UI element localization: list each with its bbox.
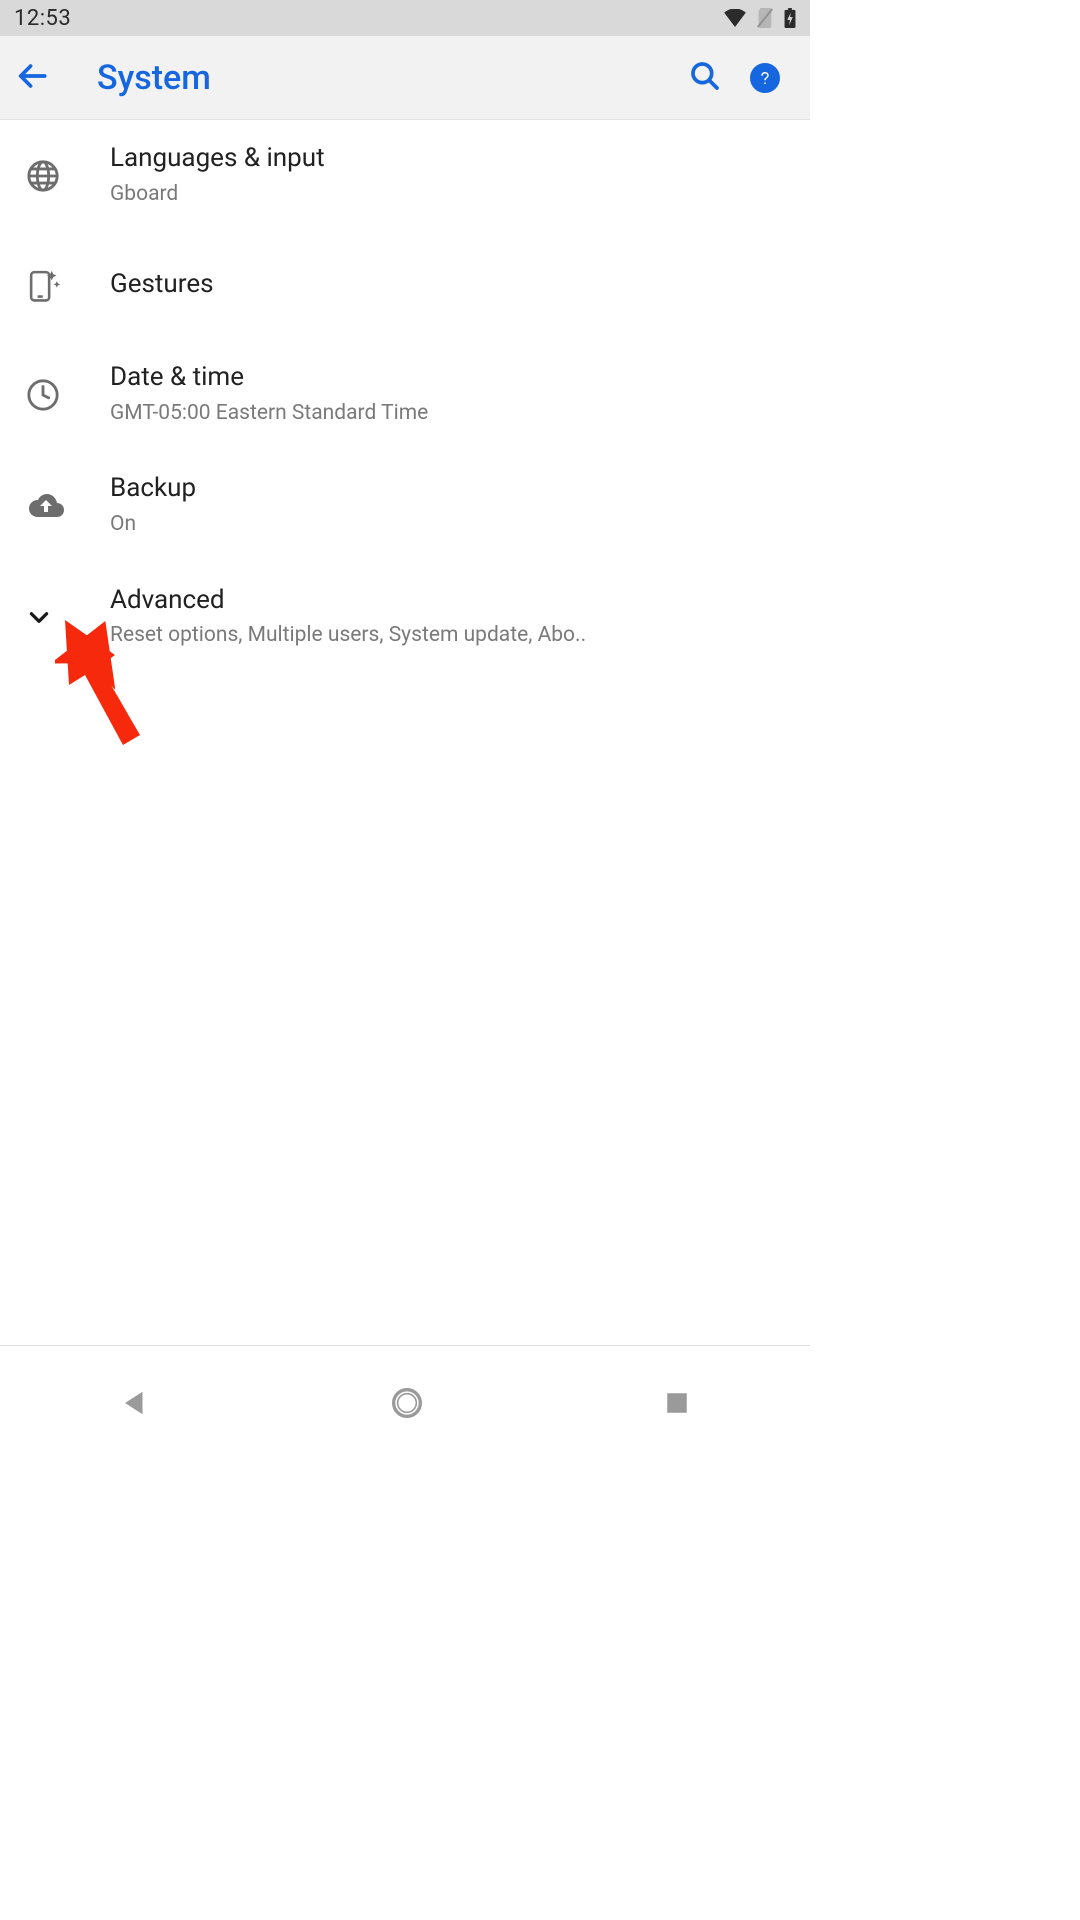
cloud-upload-icon xyxy=(14,491,110,521)
square-recents-icon xyxy=(664,1401,690,1420)
list-item-subtitle: Reset options, Multiple users, System up… xyxy=(110,621,796,650)
settings-list: Languages & input Gboard Gestures Date &… xyxy=(0,120,810,673)
app-bar: System xyxy=(0,36,810,120)
list-item-subtitle: GMT-05:00 Eastern Standard Time xyxy=(110,399,796,428)
status-bar: 12:53 xyxy=(0,0,810,36)
status-time: 12:53 xyxy=(14,6,71,31)
list-item-title: Gestures xyxy=(110,268,796,302)
search-button[interactable] xyxy=(675,60,735,96)
nav-home-button[interactable] xyxy=(391,1387,423,1423)
status-icons xyxy=(724,8,796,28)
page-title: System xyxy=(75,58,675,98)
globe-icon xyxy=(14,159,110,193)
wifi-icon xyxy=(724,9,746,27)
divider xyxy=(0,1345,810,1346)
gestures-icon xyxy=(14,267,110,303)
battery-charging-icon xyxy=(784,8,796,28)
chevron-down-icon xyxy=(14,604,110,630)
help-button[interactable] xyxy=(735,63,795,93)
back-button[interactable] xyxy=(15,59,75,97)
nav-recents-button[interactable] xyxy=(664,1390,690,1420)
list-item-title: Backup xyxy=(110,472,796,506)
list-item-subtitle: On xyxy=(110,510,796,539)
sim-disabled-icon xyxy=(756,8,774,28)
list-item-subtitle: Gboard xyxy=(110,180,796,209)
triangle-back-icon xyxy=(120,1403,150,1422)
arrow-back-icon xyxy=(15,59,49,97)
list-item-backup[interactable]: Backup On xyxy=(0,450,810,561)
list-item-date-time[interactable]: Date & time GMT-05:00 Eastern Standard T… xyxy=(0,339,810,450)
list-item-title: Date & time xyxy=(110,361,796,395)
search-icon xyxy=(689,60,721,96)
list-item-gestures[interactable]: Gestures xyxy=(0,231,810,339)
list-item-languages-input[interactable]: Languages & input Gboard xyxy=(0,120,810,231)
navigation-bar xyxy=(0,1370,810,1440)
list-item-title: Advanced xyxy=(110,584,796,618)
help-icon xyxy=(750,63,780,93)
list-item-advanced[interactable]: Advanced Reset options, Multiple users, … xyxy=(0,562,810,673)
circle-home-icon xyxy=(391,1404,423,1423)
clock-icon xyxy=(14,378,110,412)
list-item-title: Languages & input xyxy=(110,142,796,176)
nav-back-button[interactable] xyxy=(120,1388,150,1422)
